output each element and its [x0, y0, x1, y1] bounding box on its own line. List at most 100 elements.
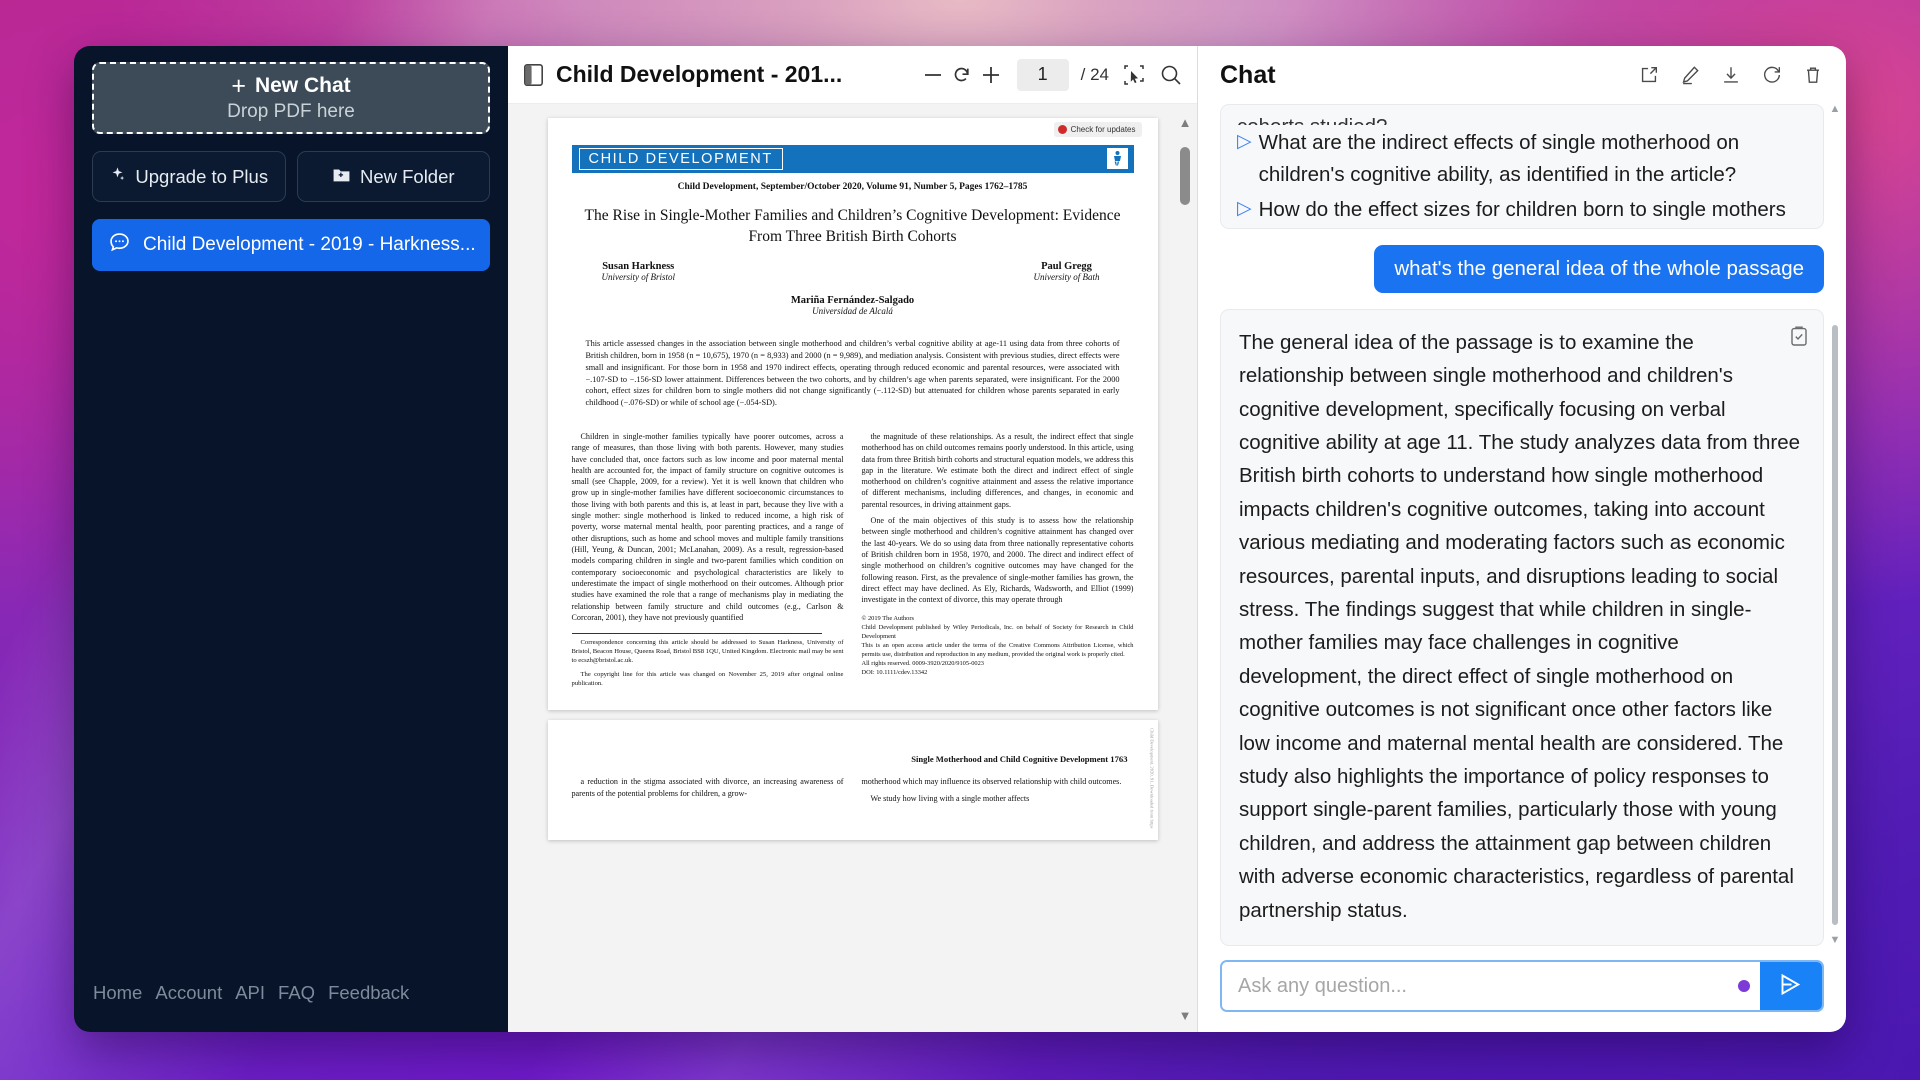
chat-pane: Chat ▷ What are the indirect effects of … [1198, 46, 1846, 1032]
new-chat-dropzone[interactable]: + New Chat Drop PDF here [92, 62, 490, 134]
refresh-icon[interactable] [1761, 64, 1783, 86]
chat-message-list[interactable]: cohorts studied? ▷ What are the indirect… [1198, 104, 1846, 946]
author-3-name: Mariña Fernández-Salgado [790, 295, 915, 307]
suggested-question-2-label[interactable]: How do the effect sizes for children bor… [1259, 194, 1805, 228]
play-arrow-icon: ▷ [1237, 131, 1252, 152]
author-2-affiliation: University of Bath [1033, 272, 1100, 283]
paper-col-left-p1: Children in single-mother families typic… [571, 431, 844, 623]
pdf-scrollbar[interactable]: ▲ ▼ [1177, 116, 1193, 1022]
author-1-affiliation: University of Bristol [601, 272, 676, 283]
sidebar-chat-item-label: Child Development - 2019 - Harkness... [143, 234, 476, 255]
pdf-title: Child Development - 201... [556, 61, 843, 87]
chat-scrollbar-track[interactable] [1828, 115, 1842, 935]
trash-icon[interactable] [1802, 64, 1824, 86]
select-area-icon[interactable] [1122, 63, 1146, 87]
plus-icon: + [231, 71, 246, 100]
chat-bubble-icon [108, 231, 131, 260]
chat-scroll-up-icon[interactable]: ▲ [1830, 104, 1841, 115]
download-icon[interactable] [1720, 64, 1742, 86]
page2-column-left: a reduction in the stigma associated wit… [572, 776, 844, 809]
check-for-updates-label: Check for updates [1070, 125, 1136, 134]
search-icon[interactable] [1159, 63, 1183, 87]
folder-plus-icon [332, 166, 351, 188]
pdf-scroll-area[interactable]: Check for updates CHILD DEVELOPMENT Chil… [508, 104, 1197, 1032]
user-message-row: what's the general idea of the whole pas… [1220, 244, 1824, 293]
chat-actions [1638, 64, 1824, 86]
page2-running-head: Single Motherhood and Child Cognitive De… [911, 754, 1128, 765]
page2-col-left-p1: a reduction in the stigma associated wit… [571, 777, 844, 798]
paper-col-right-p2: One of the main objectives of this study… [861, 516, 1134, 605]
author-block: Susan Harkness University of Bristol Pau… [572, 261, 1134, 321]
share-icon[interactable] [1638, 64, 1660, 86]
sparkle-icon [109, 166, 126, 188]
clipped-previous-text: cohorts studied? [1237, 111, 1805, 125]
journal-logo-icon [1106, 148, 1128, 169]
upgrade-to-plus-button[interactable]: Upgrade to Plus [92, 151, 286, 202]
copyright-line-3: This is an open access article under the… [861, 641, 1134, 658]
journal-banner: CHILD DEVELOPMENT [571, 145, 1134, 173]
new-folder-button[interactable]: New Folder [296, 151, 490, 202]
check-for-updates-badge[interactable]: Check for updates [1053, 122, 1142, 137]
page-number-input[interactable]: 1 [1016, 58, 1069, 91]
assistant-message-bubble: The general idea of the passage is to ex… [1220, 308, 1824, 946]
drop-pdf-label: Drop PDF here [227, 100, 355, 122]
suggested-questions-card: cohorts studied? ▷ What are the indirect… [1220, 104, 1824, 229]
page-total-label: / 24 [1080, 64, 1109, 84]
new-chat-label: New Chat [254, 74, 351, 97]
page2-col-right-p2: We study how living with a single mother… [870, 793, 1030, 803]
chat-header: Chat [1198, 46, 1846, 104]
zoom-out-icon[interactable] [922, 64, 944, 86]
footer-link-feedback[interactable]: Feedback [328, 982, 409, 1004]
paper-abstract: This article assessed changes in the ass… [585, 339, 1120, 408]
pdf-pane: Child Development - 201... 1 / 24 Check … [508, 46, 1198, 1032]
edit-icon[interactable] [1679, 64, 1701, 86]
chat-scroll-down-icon[interactable]: ▼ [1830, 935, 1841, 946]
footer-link-home[interactable]: Home [93, 982, 142, 1004]
new-folder-label: New Folder [359, 165, 455, 187]
scroll-down-icon[interactable]: ▼ [1179, 1009, 1192, 1022]
play-arrow-icon: ▷ [1237, 197, 1252, 219]
pdf-scrollbar-thumb[interactable] [1180, 147, 1190, 205]
author-3: Mariña Fernández-Salgado Universidad de … [572, 295, 1134, 316]
scroll-up-icon[interactable]: ▲ [1179, 116, 1192, 129]
sidebar-button-row: Upgrade to Plus New Folder [92, 151, 490, 202]
status-dot-icon [1738, 980, 1750, 992]
update-dot-icon [1057, 125, 1067, 134]
footer-link-api[interactable]: API [235, 982, 265, 1004]
copy-icon[interactable] [1789, 324, 1809, 357]
page2-columns: a reduction in the stigma associated wit… [572, 776, 1134, 809]
pdf-toolbar: Child Development - 201... 1 / 24 [508, 46, 1197, 104]
pdf-scrollbar-track[interactable] [1177, 129, 1193, 1009]
footer-link-faq[interactable]: FAQ [278, 982, 315, 1004]
footer-link-account[interactable]: Account [155, 982, 222, 1004]
chat-scrollbar[interactable]: ▲ ▼ [1828, 104, 1842, 946]
chat-scrollbar-thumb[interactable] [1832, 325, 1838, 925]
correspondence-rule [571, 633, 822, 635]
correction-note: The copyright line for this article was … [571, 671, 844, 688]
chat-input[interactable] [1222, 962, 1738, 1010]
sidebar-chat-item[interactable]: Child Development - 2019 - Harkness... [92, 219, 490, 271]
journal-citation-line: Child Development, September/October 202… [677, 182, 1028, 192]
send-button[interactable] [1760, 962, 1822, 1010]
upgrade-to-plus-label: Upgrade to Plus [135, 165, 269, 187]
suggested-question-1[interactable]: ▷ What are the indirect effects of singl… [1237, 127, 1805, 192]
rotate-icon[interactable] [951, 64, 973, 86]
copyright-line-5: DOI: 10.1111/cdev.13342 [861, 668, 928, 676]
author-2: Paul Gregg University of Bath [1034, 261, 1100, 282]
page2-side-text: Child Development, 2020, 91, Downloaded … [1149, 728, 1155, 829]
copyright-block: © 2019 The Authors Child Development pub… [862, 615, 1134, 678]
paper-column-left: Children in single-mother families typic… [571, 431, 844, 694]
correspondence-note: Correspondence concerning this article s… [571, 639, 844, 665]
pdf-page-1: Check for updates CHILD DEVELOPMENT Chil… [547, 118, 1158, 711]
sidebar-toggle-icon[interactable] [524, 63, 543, 86]
user-message-bubble: what's the general idea of the whole pas… [1374, 244, 1824, 293]
page2-column-right: motherhood which may influence its obser… [862, 776, 1134, 809]
paper-columns: Children in single-mother families typic… [571, 431, 1134, 694]
suggested-question-1-label[interactable]: What are the indirect effects of single … [1259, 127, 1805, 192]
journal-banner-label: CHILD DEVELOPMENT [578, 148, 783, 170]
suggested-question-2[interactable]: ▷ How do the effect sizes for children b… [1237, 194, 1805, 228]
paper-col-right-p1: the magnitude of these relationships. As… [861, 431, 1134, 509]
page2-col-right-p1: motherhood which may influence its obser… [861, 777, 1122, 787]
pdf-page-2: Child Development, 2020, 91, Downloaded … [547, 720, 1158, 841]
zoom-in-icon[interactable] [980, 64, 1002, 86]
